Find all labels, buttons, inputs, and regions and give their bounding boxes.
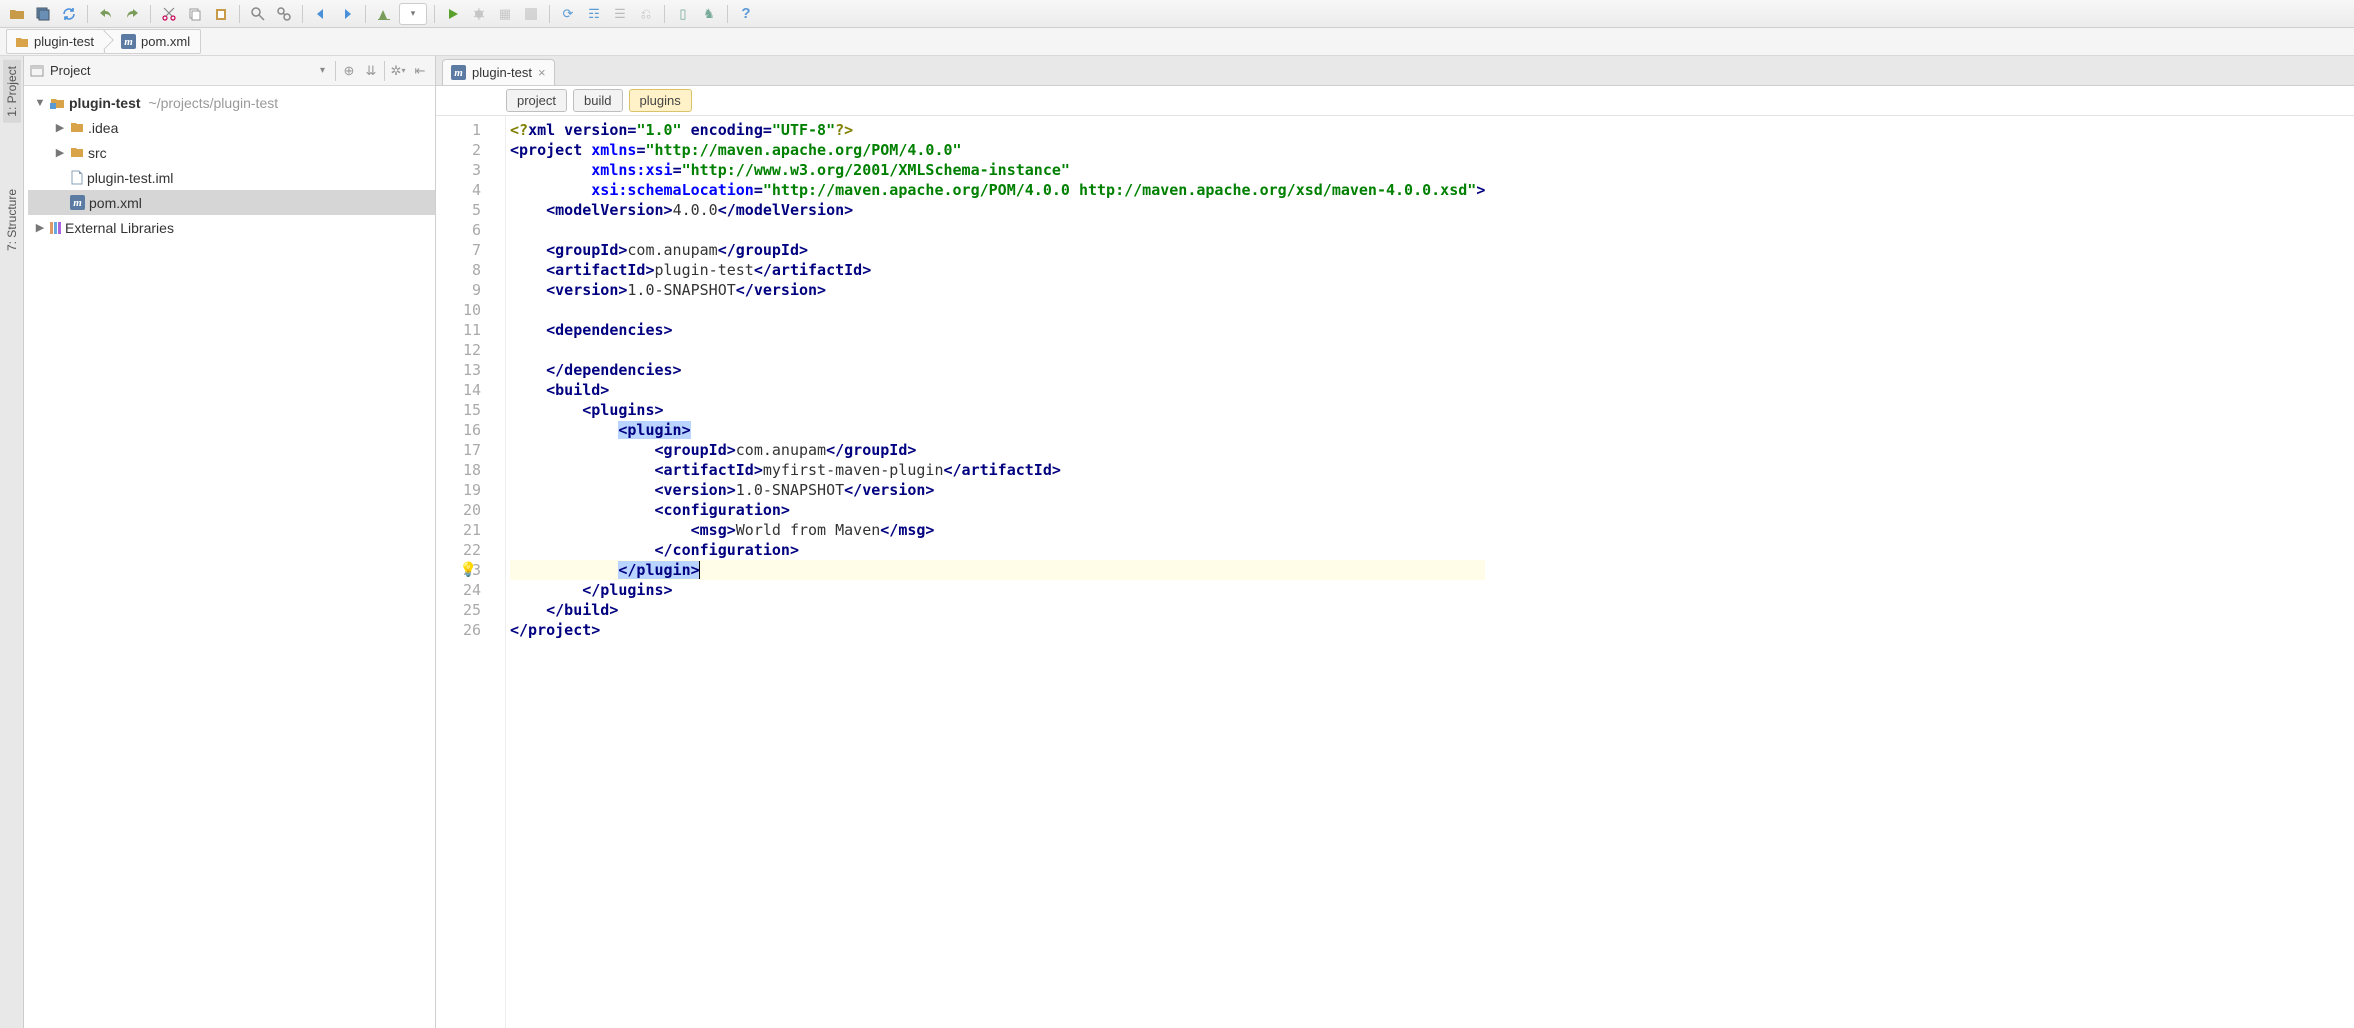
view-mode-dropdown[interactable]: ▾ [320, 65, 325, 76]
breadcrumb-item-file[interactable]: m pom.xml [104, 29, 201, 54]
close-tab-icon[interactable]: × [538, 65, 546, 80]
coverage-icon[interactable]: ▦ [494, 3, 516, 25]
project-panel: Project ▾ ⊕ ⇊ ✲▾ ⇤ ▼ plugin-test ~/proje… [24, 56, 436, 1028]
find-icon[interactable] [247, 3, 269, 25]
paste-icon[interactable] [210, 3, 232, 25]
editor-tab-plugintest[interactable]: m plugin-test × [442, 59, 555, 85]
crumb-build[interactable]: build [573, 89, 622, 112]
libraries-icon [50, 222, 61, 234]
intention-bulb-icon[interactable]: 💡 [460, 560, 477, 580]
sdk-icon[interactable]: ♞ [698, 3, 720, 25]
module-folder-icon [50, 96, 65, 110]
editor-tabs: m plugin-test × [436, 56, 2354, 86]
project-view-icon [30, 64, 44, 78]
undo-icon[interactable] [95, 3, 117, 25]
stop-icon[interactable] [520, 3, 542, 25]
tree-folder-idea[interactable]: ▶ .idea [28, 115, 435, 140]
replace-icon[interactable] [273, 3, 295, 25]
open-icon[interactable] [6, 3, 28, 25]
line-gutter: 1234567891011121314151617181920212223💡24… [436, 116, 506, 1028]
run-config-dropdown[interactable]: ▾ [399, 3, 427, 25]
debug-icon[interactable] [468, 3, 490, 25]
copy-icon[interactable] [184, 3, 206, 25]
build-icon[interactable] [373, 3, 395, 25]
tree-file-iml[interactable]: plugin-test.iml [28, 165, 435, 190]
vcs-commit-icon[interactable]: ☶ [583, 3, 605, 25]
editor-breadcrumb: project build plugins [436, 86, 2354, 116]
navigation-breadcrumb: plugin-test m pom.xml [0, 28, 2354, 56]
main-toolbar: ▾ ▦ ⟳ ☶ ☰ ⎌ ▯ ♞ ? [0, 0, 2354, 28]
breadcrumb-label: pom.xml [141, 34, 190, 49]
chevron-down-icon[interactable]: ▼ [34, 97, 46, 109]
tree-root[interactable]: ▼ plugin-test ~/projects/plugin-test [28, 90, 435, 115]
breadcrumb-label: plugin-test [34, 34, 94, 49]
tree-folder-src[interactable]: ▶ src [28, 140, 435, 165]
maven-icon: m [70, 195, 85, 210]
sync-icon[interactable] [58, 3, 80, 25]
tool-tab-structure[interactable]: 7: Structure [3, 183, 21, 257]
settings-icon[interactable]: ✲▾ [389, 62, 407, 80]
code-editor[interactable]: 1234567891011121314151617181920212223💡24… [436, 116, 2354, 1028]
forward-icon[interactable] [336, 3, 358, 25]
vcs-history-icon[interactable]: ☰ [609, 3, 631, 25]
project-panel-header: Project ▾ ⊕ ⇊ ✲▾ ⇤ [24, 56, 435, 86]
chevron-right-icon[interactable]: ▶ [54, 121, 66, 134]
tool-tab-project[interactable]: 1: Project [3, 60, 21, 123]
save-all-icon[interactable] [32, 3, 54, 25]
project-tree: ▼ plugin-test ~/projects/plugin-test ▶ .… [24, 86, 435, 240]
run-icon[interactable] [442, 3, 464, 25]
file-icon [70, 170, 83, 185]
collapse-all-icon[interactable]: ⇊ [362, 62, 380, 80]
chevron-right-icon[interactable]: ▶ [34, 221, 46, 234]
folder-icon [70, 146, 84, 159]
hide-icon[interactable]: ⇤ [411, 62, 429, 80]
code-content[interactable]: <?xml version="1.0" encoding="UTF-8"?><p… [506, 116, 1485, 1028]
tree-external-libs[interactable]: ▶ External Libraries [28, 215, 435, 240]
maven-icon: m [451, 65, 466, 80]
chevron-right-icon[interactable]: ▶ [54, 146, 66, 159]
avd-icon[interactable]: ▯ [672, 3, 694, 25]
vcs-revert-icon[interactable]: ⎌ [635, 3, 657, 25]
crumb-project[interactable]: project [506, 89, 567, 112]
maven-icon: m [121, 34, 136, 49]
project-panel-title[interactable]: Project [30, 63, 316, 78]
redo-icon[interactable] [121, 3, 143, 25]
help-icon[interactable]: ? [735, 3, 757, 25]
tree-file-pom[interactable]: m pom.xml [28, 190, 435, 215]
back-icon[interactable] [310, 3, 332, 25]
scroll-to-source-icon[interactable]: ⊕ [340, 62, 358, 80]
cut-icon[interactable] [158, 3, 180, 25]
folder-icon [15, 35, 29, 49]
left-tool-tabs: 1: Project 7: Structure [0, 56, 24, 1028]
breadcrumb-item-project[interactable]: plugin-test [6, 29, 105, 54]
crumb-plugins[interactable]: plugins [629, 89, 692, 112]
vcs-update-icon[interactable]: ⟳ [557, 3, 579, 25]
editor-area: m plugin-test × project build plugins 12… [436, 56, 2354, 1028]
folder-icon [70, 121, 84, 134]
